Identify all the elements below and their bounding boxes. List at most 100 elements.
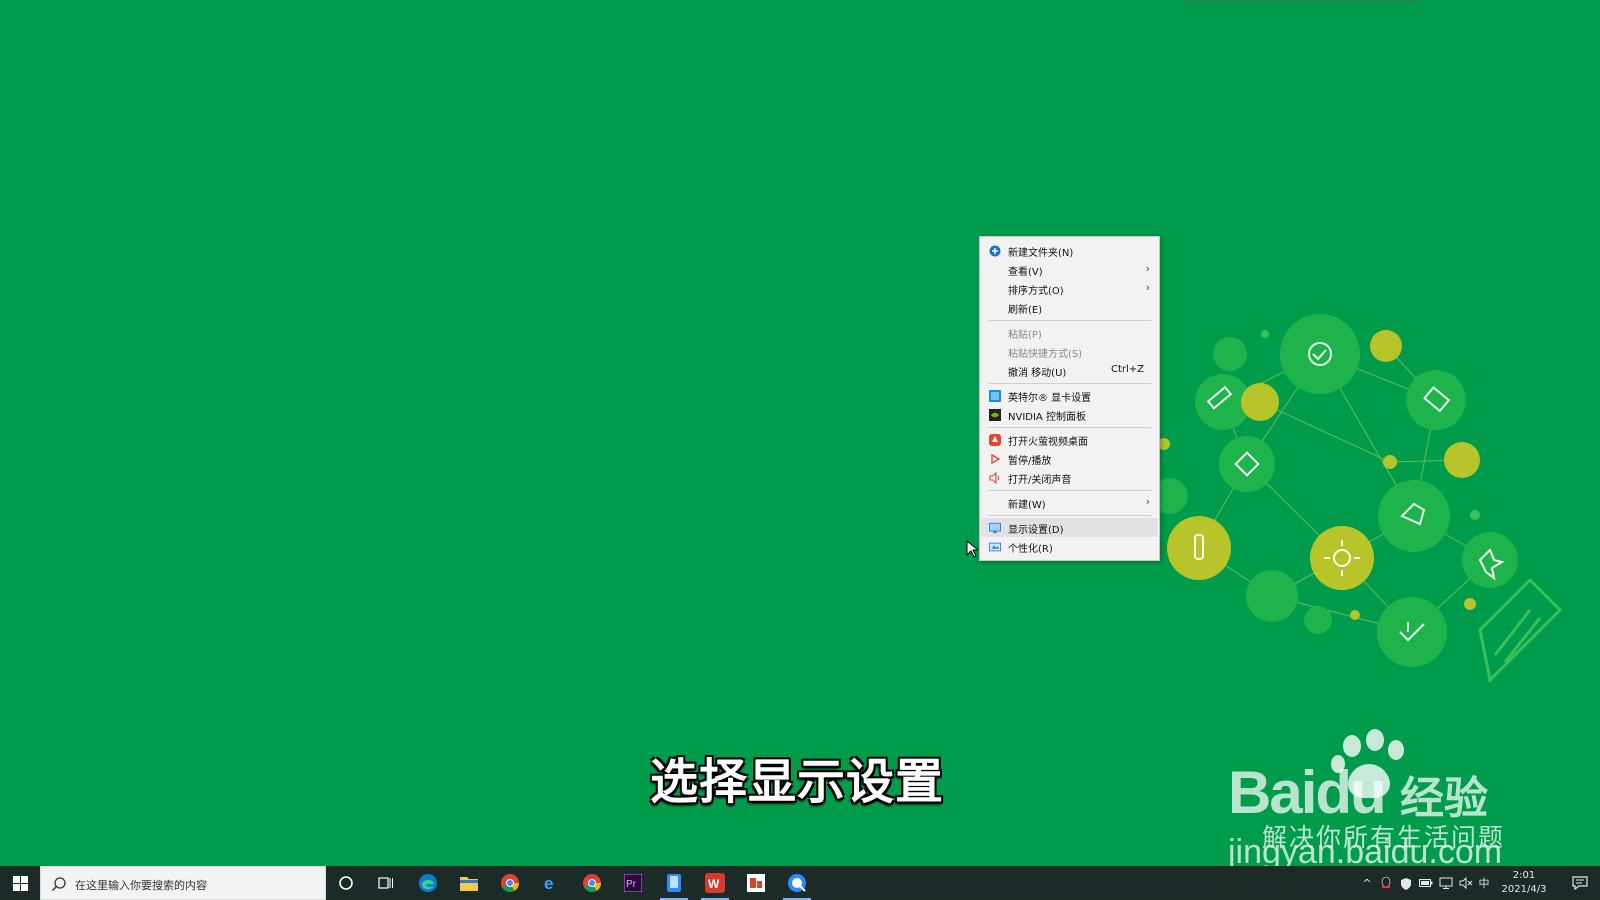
notification-icon — [1572, 876, 1588, 890]
tray-security[interactable] — [1398, 866, 1414, 900]
action-center-button[interactable] — [1560, 866, 1600, 900]
window-edge — [1183, 0, 1419, 2]
windows-logo-icon — [12, 875, 28, 891]
taskbar-app-premiere[interactable]: Pr — [613, 866, 653, 900]
menu-item-label: 刷新(E) — [1008, 305, 1043, 316]
search-input[interactable] — [73, 874, 317, 896]
task-view-button[interactable] — [366, 866, 406, 900]
chevron-up-icon: ^ — [1362, 876, 1372, 890]
network-icon — [1439, 877, 1453, 889]
chrome-icon — [583, 874, 601, 893]
mouse-pointer-icon — [966, 540, 978, 558]
taskbar-app-phone[interactable] — [654, 866, 694, 900]
menu-item-view[interactable]: 查看(V) › — [981, 260, 1158, 279]
menu-separator — [988, 320, 1151, 321]
svg-text:Pr: Pr — [626, 879, 637, 890]
start-button[interactable] — [0, 866, 40, 900]
premiere-icon: Pr — [624, 874, 642, 892]
shield-icon — [1401, 877, 1411, 890]
clock-date: 2021/4/3 — [1501, 884, 1547, 895]
edge-icon — [419, 874, 437, 892]
menu-item-label: NVIDIA 控制面板 — [1008, 412, 1086, 423]
taskbar-app-chrome[interactable] — [490, 866, 530, 900]
browser-icon — [788, 874, 806, 892]
menu-item-undo-move[interactable]: 撤消 移动(U) Ctrl+Z — [981, 361, 1158, 380]
menu-item-toggle-sound[interactable]: 打开/关闭声音 — [981, 468, 1158, 487]
menu-item-label: 粘贴(P) — [1008, 330, 1042, 341]
search-icon — [51, 877, 66, 892]
video-subtitle: 选择显示设置 — [650, 754, 945, 810]
taskbar-app-chrome-2[interactable] — [572, 866, 612, 900]
tray-battery[interactable] — [1418, 866, 1434, 900]
menu-item-refresh[interactable]: 刷新(E) — [981, 298, 1158, 317]
menu-item-label: 新建文件夹(N) — [1008, 248, 1074, 259]
taskbar-app-powerpoint[interactable] — [736, 866, 776, 900]
menu-item-label: 粘贴快捷方式(S) — [1008, 349, 1083, 360]
taskbar-app-ie[interactable]: e — [531, 866, 571, 900]
cortana-button[interactable] — [326, 866, 366, 900]
menu-item-sort-by[interactable]: 排序方式(O) › — [981, 279, 1158, 298]
watermark-product: 经验 — [1400, 773, 1488, 824]
taskbar-app-edge[interactable] — [408, 866, 448, 900]
tray-volume[interactable] — [1458, 866, 1474, 900]
chevron-right-icon: › — [1145, 281, 1150, 294]
taskbar-clock[interactable]: 2:01 2021/4/3 — [1494, 869, 1554, 897]
file-explorer-icon — [460, 877, 478, 891]
watermark-logo-text: Baidu — [1228, 759, 1387, 826]
menu-separator — [988, 515, 1151, 516]
menu-item-nvidia-control-panel[interactable]: NVIDIA 控制面板 — [981, 405, 1158, 424]
menu-item-label: 打开/关闭声音 — [1008, 475, 1072, 486]
wps-icon: W — [705, 873, 725, 893]
wallpaper-illustration — [1152, 314, 1563, 684]
nvidia-icon — [989, 409, 1001, 421]
menu-item-huoying-desktop[interactable]: 打开火萤视频桌面 — [981, 430, 1158, 449]
chevron-right-icon: › — [1145, 495, 1150, 508]
desktop-background[interactable]: 新建文件夹(N) 查看(V) › 排序方式(O) › 刷新(E) 粘贴(P) 粘… — [0, 0, 1600, 871]
ie-icon: e — [544, 874, 553, 893]
menu-separator — [988, 383, 1151, 384]
menu-item-paste-shortcut: 粘贴快捷方式(S) — [981, 342, 1158, 361]
menu-item-label: 排序方式(O) — [1008, 286, 1064, 297]
volume-muted-icon — [1459, 877, 1473, 889]
display-icon — [989, 522, 1001, 534]
play-icon — [989, 453, 1001, 465]
menu-item-label: 显示设置(D) — [1008, 525, 1064, 536]
menu-item-pause-play[interactable]: 暂停/播放 — [981, 449, 1158, 468]
menu-item-label: 查看(V) — [1008, 267, 1043, 278]
battery-icon — [1419, 879, 1433, 887]
taskbar: e Pr W ^ 中 2:01 2021/4/3 — [0, 866, 1600, 900]
taskbar-app-wps[interactable]: W — [695, 866, 735, 900]
qq-icon — [1381, 876, 1391, 888]
menu-item-intel-graphics[interactable]: 英特尔® 显卡设置 — [981, 386, 1158, 405]
new-folder-icon — [989, 245, 1001, 257]
clock-time: 2:01 — [1512, 870, 1536, 881]
menu-item-personalize[interactable]: 个性化(R) — [981, 537, 1158, 556]
menu-item-display-settings[interactable]: 显示设置(D) — [981, 518, 1158, 537]
taskbar-app-file-explorer[interactable] — [449, 866, 489, 900]
huoying-icon — [989, 434, 1001, 446]
menu-item-label: 新建(W) — [1008, 500, 1046, 511]
personalize-icon — [989, 541, 1001, 553]
menu-item-label: 英特尔® 显卡设置 — [1008, 393, 1092, 404]
task-view-icon — [378, 877, 393, 889]
menu-item-new[interactable]: 新建(W) › — [981, 493, 1158, 512]
show-hidden-icons-button[interactable]: ^ — [1360, 866, 1374, 900]
input-method-indicator[interactable]: 中 — [1476, 866, 1492, 900]
tray-network[interactable] — [1438, 866, 1454, 900]
phone-app-icon — [667, 874, 681, 892]
desktop-context-menu: 新建文件夹(N) 查看(V) › 排序方式(O) › 刷新(E) 粘贴(P) 粘… — [979, 236, 1160, 561]
menu-item-label: 个性化(R) — [1008, 544, 1053, 555]
taskbar-search-box[interactable] — [40, 866, 326, 900]
menu-item-new-folder[interactable]: 新建文件夹(N) — [981, 241, 1158, 260]
chrome-icon — [501, 874, 519, 893]
menu-separator — [988, 427, 1151, 428]
svg-text:e: e — [544, 874, 553, 893]
menu-item-shortcut: Ctrl+Z — [1110, 364, 1144, 375]
taskbar-app-browser[interactable] — [777, 866, 817, 900]
chevron-right-icon: › — [1145, 262, 1150, 275]
menu-separator — [988, 490, 1151, 491]
powerpoint-icon — [747, 874, 765, 892]
svg-text:W: W — [708, 877, 720, 891]
speaker-icon — [989, 472, 1001, 484]
tray-qq[interactable] — [1378, 866, 1394, 900]
